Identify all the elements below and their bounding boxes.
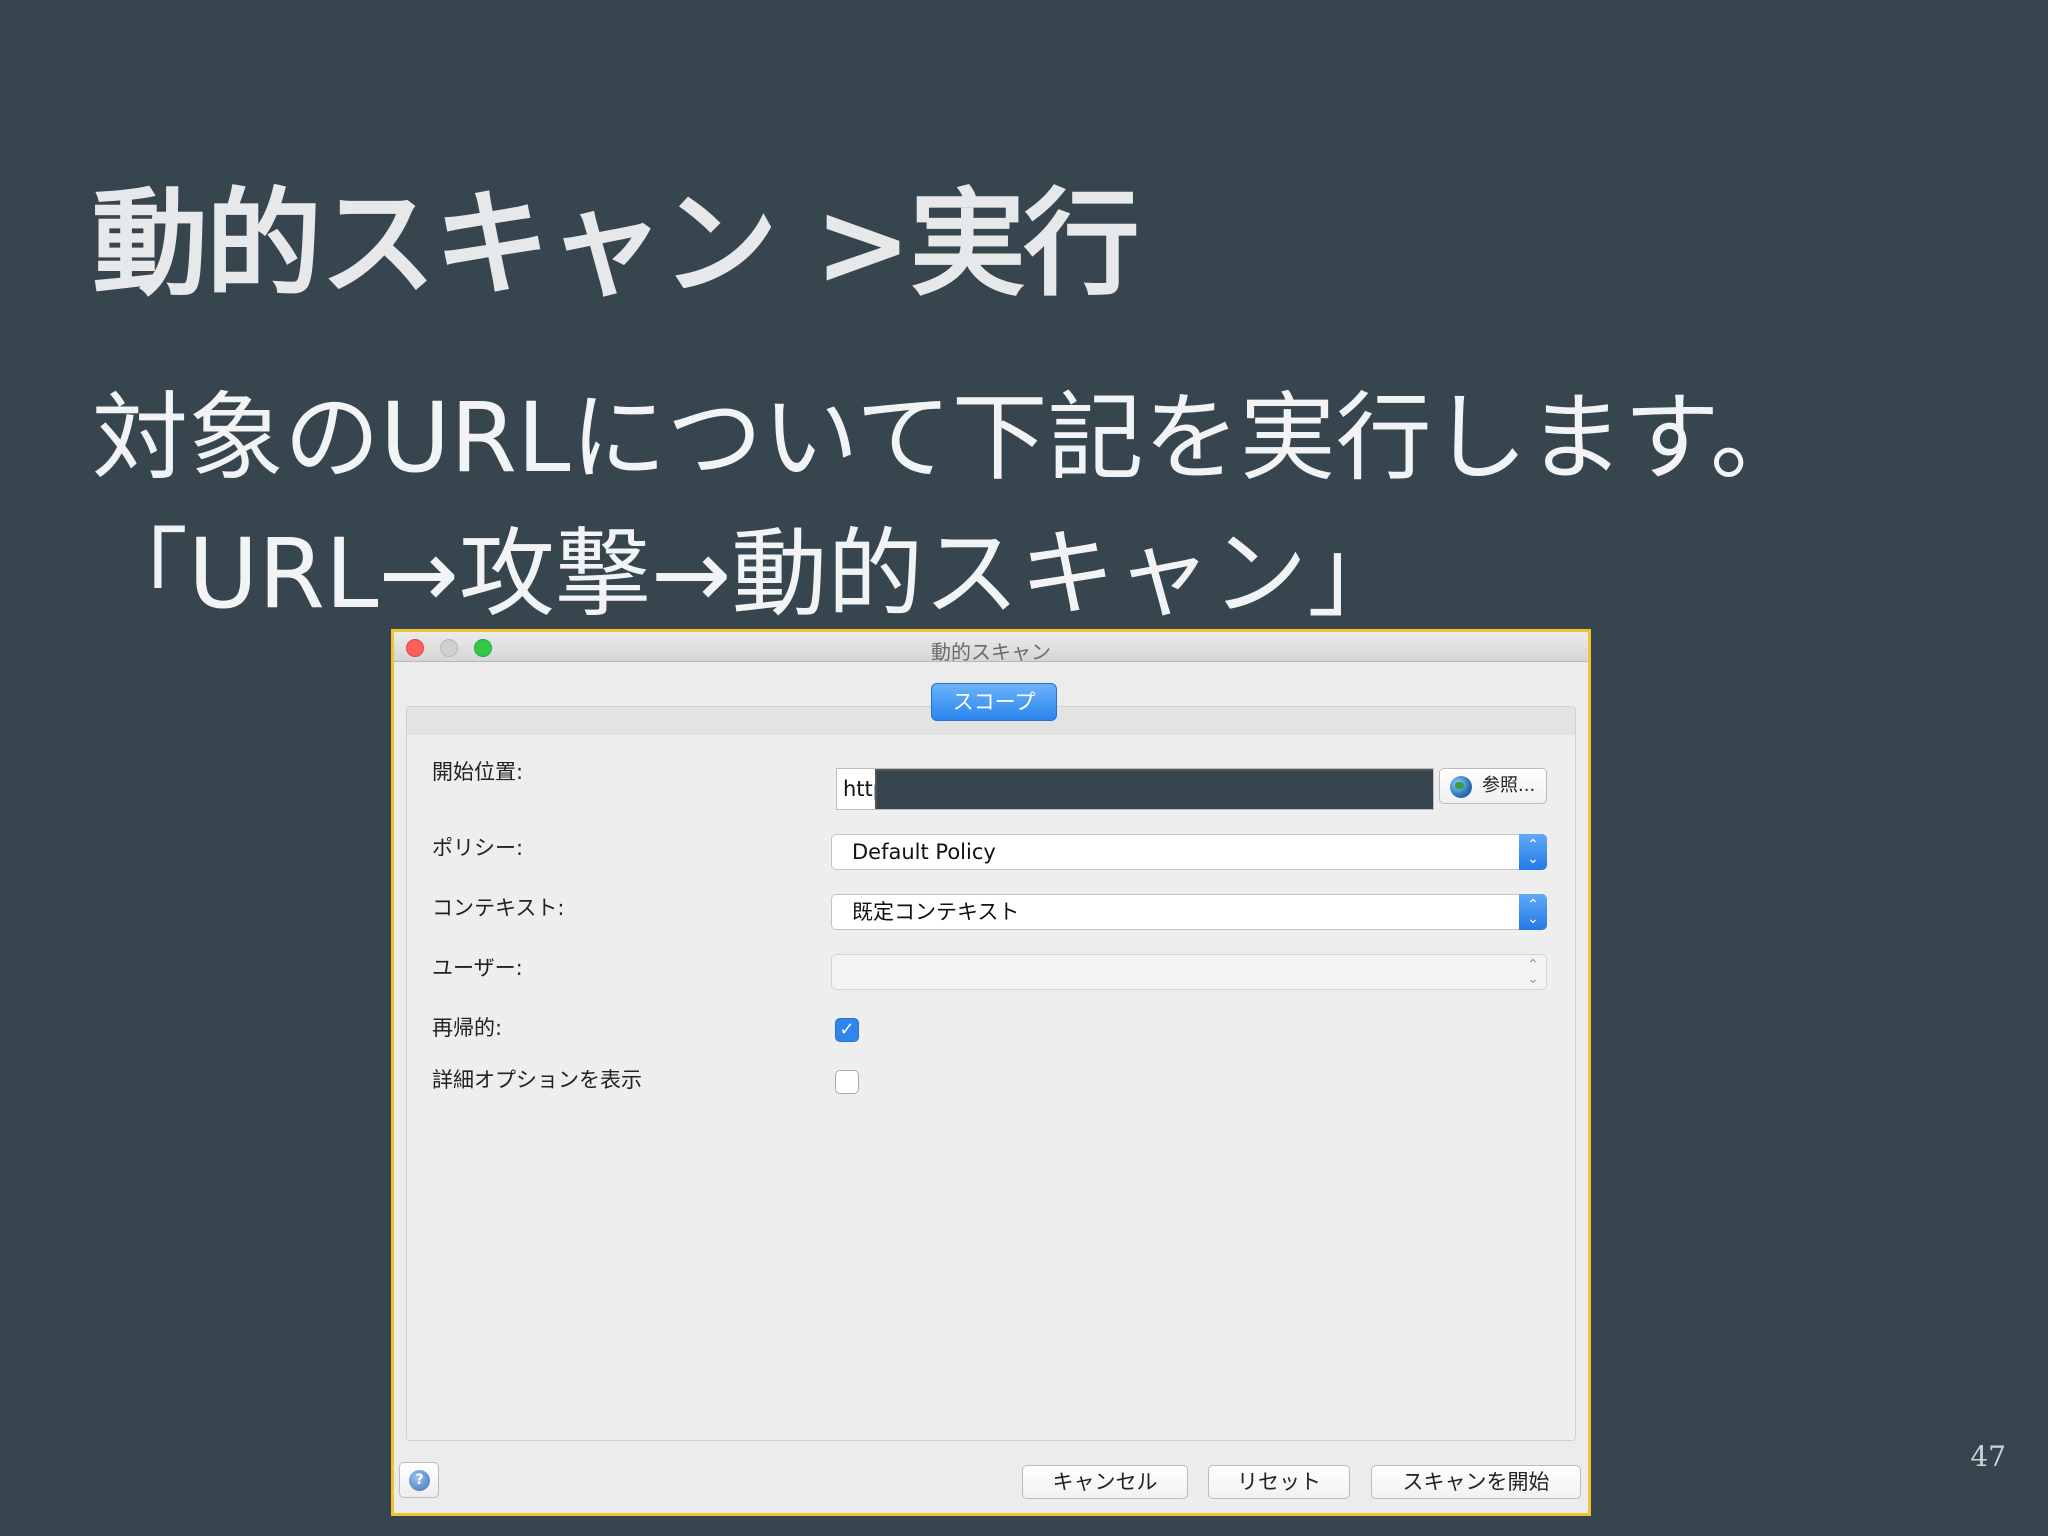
redacted-url-mask — [875, 769, 1433, 809]
recursive-label: 再帰的: — [432, 1016, 503, 1040]
question-icon: ? — [409, 1470, 430, 1491]
chevron-up-down-icon: ⌃ ⌄ — [1519, 894, 1547, 930]
context-select[interactable]: 既定コンテキスト ⌃ ⌄ — [831, 894, 1547, 930]
policy-select[interactable]: Default Policy ⌃ ⌄ — [831, 834, 1547, 870]
context-label: コンテキスト: — [432, 896, 565, 920]
active-scan-dialog: 動的スキャン スコープ 開始位置: http 参照... ポリシー: Defau… — [391, 629, 1591, 1516]
user-select[interactable]: ⌃ ⌄ — [831, 954, 1547, 990]
slide-body-line-2: 「URL→攻撃→動的スキャン」 — [92, 518, 1404, 630]
start-position-label: 開始位置: — [432, 760, 524, 784]
globe-icon — [1450, 776, 1472, 798]
slide-title: 動的スキャン >実行 — [92, 177, 1140, 312]
advanced-options-checkbox[interactable] — [835, 1070, 859, 1094]
reset-button[interactable]: リセット — [1208, 1465, 1350, 1499]
recursive-checkbox[interactable]: ✓ — [835, 1018, 859, 1042]
user-label: ユーザー: — [432, 956, 523, 980]
policy-select-value: Default Policy — [852, 840, 996, 864]
start-url-input[interactable]: http — [836, 768, 1434, 810]
context-select-value: 既定コンテキスト — [852, 900, 1020, 924]
help-button[interactable]: ? — [399, 1462, 439, 1498]
cancel-button[interactable]: キャンセル — [1022, 1465, 1188, 1499]
chevron-up-down-icon: ⌃ ⌄ — [1527, 957, 1539, 987]
tab-scope[interactable]: スコープ — [931, 683, 1057, 721]
browse-button[interactable]: 参照... — [1439, 768, 1547, 804]
browse-button-label: 参照... — [1482, 775, 1536, 796]
page-number: 47 — [1970, 1440, 2006, 1473]
slide-body: 対象のURLについて下記を実行します。 「URL→攻撃→動的スキャン」 — [92, 370, 1806, 642]
advanced-options-label: 詳細オプションを表示 — [432, 1068, 642, 1092]
chevron-up-down-icon: ⌃ ⌄ — [1519, 834, 1547, 870]
policy-label: ポリシー: — [432, 836, 524, 860]
slide-body-line-1: 対象のURLについて下記を実行します。 — [92, 382, 1806, 494]
window-title: 動的スキャン — [931, 640, 1051, 664]
start-scan-button[interactable]: スキャンを開始 — [1371, 1465, 1581, 1499]
window-titlebar[interactable]: 動的スキャン — [394, 632, 1588, 664]
